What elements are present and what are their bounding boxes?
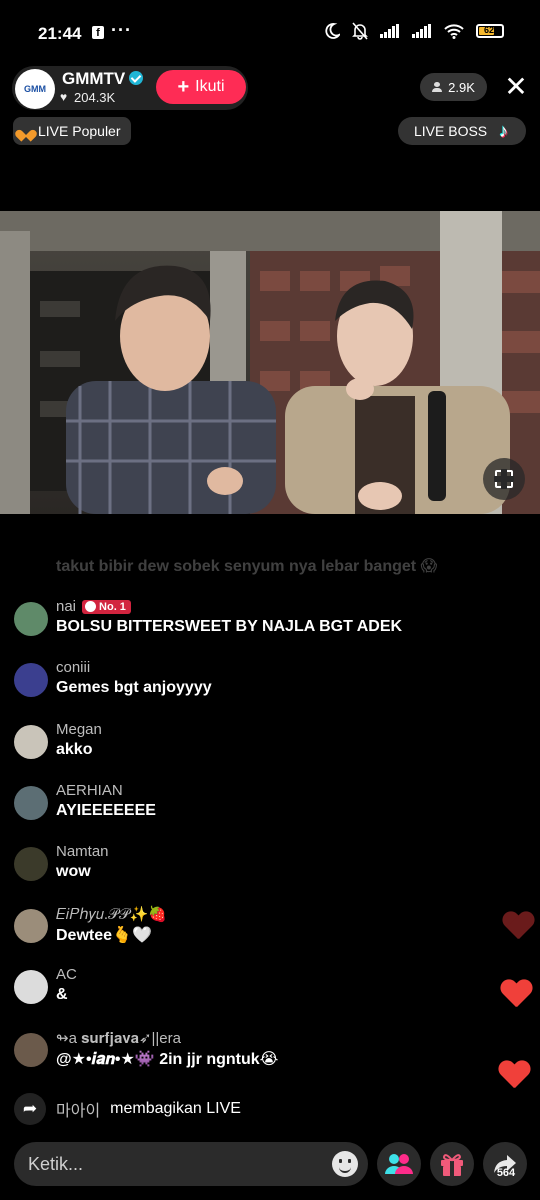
comment-avatar[interactable] bbox=[14, 909, 48, 943]
more-dots-icon: ··· bbox=[111, 20, 132, 40]
comment-avatar[interactable] bbox=[14, 602, 48, 636]
host-avatar-logo: GMM bbox=[24, 84, 46, 94]
signal-icon bbox=[380, 24, 399, 38]
people-icon bbox=[385, 1154, 413, 1174]
host-likes: ♥ 204.3K bbox=[60, 90, 116, 105]
comment-avatar[interactable] bbox=[14, 1033, 48, 1067]
comment-text: BOLSU BITTERSWEET BY NAJLA BGT ADEK bbox=[56, 618, 403, 635]
fullscreen-button[interactable] bbox=[483, 458, 525, 500]
host-name-text: GMMTV bbox=[62, 69, 126, 88]
verified-badge-icon bbox=[129, 71, 144, 85]
host-name: GMMTV bbox=[62, 69, 144, 89]
follow-button[interactable]: + Ikuti bbox=[156, 70, 246, 104]
share-event: ➦ 마아이 membagikan LIVE bbox=[14, 1093, 414, 1125]
comment-input[interactable] bbox=[14, 1142, 368, 1186]
comment-text: Dewtee🫰🤍 bbox=[56, 927, 152, 944]
gift-icon bbox=[441, 1154, 463, 1176]
battery-level: 62 bbox=[484, 25, 495, 35]
comment-username-text: Namtan bbox=[56, 843, 109, 860]
comment-text: wow bbox=[56, 863, 91, 880]
tiktok-icon: ♪ bbox=[499, 120, 509, 141]
comment-avatar[interactable] bbox=[14, 786, 48, 820]
heart-icon: ♥ bbox=[60, 90, 68, 104]
rank-badge: No. 1 bbox=[82, 599, 131, 614]
comment-item[interactable]: ↬a 𝐬𝐮𝐫𝐟𝐣𝐚𝐯𝐚➶||era @★•𝒊𝒂𝒏•★👾 2in jjr ngnt… bbox=[14, 1029, 484, 1083]
comment-avatar[interactable] bbox=[14, 725, 48, 759]
live-video[interactable] bbox=[0, 211, 540, 514]
system-icons: 62 bbox=[324, 22, 504, 40]
close-icon[interactable]: ✕ bbox=[500, 70, 532, 104]
moon-icon bbox=[325, 23, 340, 39]
facebook-icon: f bbox=[92, 26, 104, 39]
comment-item[interactable]: 𝐸𝑖𝑃ℎ𝑦𝑢.𝒫𝒫✨🍓 Dewtee🫰🤍 bbox=[14, 905, 484, 959]
floating-heart-icon bbox=[498, 1061, 530, 1091]
comment-avatar[interactable] bbox=[14, 663, 48, 697]
comment-username: Megan bbox=[56, 721, 102, 738]
host-likes-count: 204.3K bbox=[74, 90, 116, 105]
comment-username: ↬a 𝐬𝐮𝐫𝐟𝐣𝐚𝐯𝐚➶||era bbox=[56, 1029, 181, 1047]
comment-username-text: ↬a 𝐬𝐮𝐫𝐟𝐣𝐚𝐯𝐚➶||era bbox=[56, 1030, 181, 1047]
comment-avatar[interactable] bbox=[14, 970, 48, 1004]
live-boss-label: LIVE BOSS bbox=[414, 123, 488, 139]
video-frame bbox=[0, 211, 540, 514]
medal-icon bbox=[85, 601, 97, 612]
multi-guest-button[interactable] bbox=[377, 1142, 421, 1186]
wifi-icon bbox=[444, 23, 464, 39]
person-icon bbox=[432, 82, 443, 92]
comment-username: AERHIAN bbox=[56, 782, 123, 799]
share-arrow-icon: ➦ bbox=[14, 1093, 46, 1125]
comment-text: AYIEEEEEEE bbox=[56, 802, 156, 819]
comment-item[interactable]: nai No. 1 BOLSU BITTERSWEET BY NAJLA BGT … bbox=[14, 598, 484, 652]
comment-username-text: Megan bbox=[56, 721, 102, 738]
comment-username-text: AC bbox=[56, 966, 77, 983]
comment-text: & bbox=[56, 986, 68, 1003]
rank-label: No. 1 bbox=[99, 600, 126, 613]
gift-button[interactable] bbox=[430, 1142, 474, 1186]
comment-username-text: AERHIAN bbox=[56, 782, 123, 799]
live-popular-label: LIVE Populer bbox=[38, 123, 121, 139]
share-event-text: membagikan LIVE bbox=[110, 1100, 241, 1117]
comment-item[interactable]: coniii Gemes bgt anjoyyyy bbox=[14, 659, 484, 713]
live-boss-badge[interactable]: LIVE BOSS ♪ bbox=[398, 117, 526, 145]
share-count: 564 bbox=[496, 1167, 516, 1179]
signal-icon bbox=[412, 24, 431, 38]
share-event-user: 마아이 bbox=[56, 1103, 101, 1120]
share-button[interactable] bbox=[483, 1142, 527, 1186]
comment-item[interactable]: AC & bbox=[14, 966, 484, 1020]
comment-username-text: coniii bbox=[56, 659, 91, 676]
host-avatar[interactable]: GMM bbox=[15, 69, 55, 109]
fullscreen-icon bbox=[494, 469, 514, 489]
comment-text: akko bbox=[56, 741, 93, 758]
battery-icon: 62 bbox=[476, 24, 504, 38]
comment-item[interactable]: Namtan wow bbox=[14, 843, 484, 897]
comment-username-text: nai bbox=[56, 598, 77, 615]
follow-label: Ikuti bbox=[195, 78, 225, 95]
floating-heart-icon bbox=[500, 980, 532, 1010]
comment-username: 𝐸𝑖𝑃ℎ𝑦𝑢.𝒫𝒫✨🍓 bbox=[56, 905, 167, 923]
comment-username-text: 𝐸𝑖𝑃ℎ𝑦𝑢.𝒫𝒫✨🍓 bbox=[56, 906, 168, 923]
mute-bell-icon bbox=[352, 22, 368, 40]
faded-comment: takut bibir dew sobek senyum nya lebar b… bbox=[56, 558, 438, 575]
comment-item[interactable]: AERHIAN AYIEEEEEEE bbox=[14, 782, 484, 836]
comment-text: @★•𝒊𝒂𝒏•★👾 2in jjr ngntuk😭 bbox=[56, 1051, 279, 1068]
comment-username: nai No. 1 bbox=[56, 598, 131, 615]
status-bar: 21:44 f ··· 62 bbox=[0, 0, 540, 64]
comment-text: Gemes bgt anjoyyyy bbox=[56, 679, 212, 696]
live-popular-badge[interactable]: LIVE Populer bbox=[13, 117, 131, 145]
comment-username: Namtan bbox=[56, 843, 109, 860]
status-time: 21:44 bbox=[38, 24, 82, 43]
emoji-icon[interactable] bbox=[332, 1151, 358, 1177]
viewer-count: 2.9K bbox=[448, 79, 475, 95]
comment-item[interactable]: Megan akko bbox=[14, 721, 484, 775]
comment-username: AC bbox=[56, 966, 77, 983]
plus-icon: + bbox=[177, 76, 190, 98]
comment-avatar[interactable] bbox=[14, 847, 48, 881]
floating-heart-icon bbox=[502, 912, 534, 942]
orange-heart-icon bbox=[19, 125, 33, 137]
comment-username: coniii bbox=[56, 659, 90, 676]
viewer-count-button[interactable]: 2.9K bbox=[420, 73, 487, 101]
